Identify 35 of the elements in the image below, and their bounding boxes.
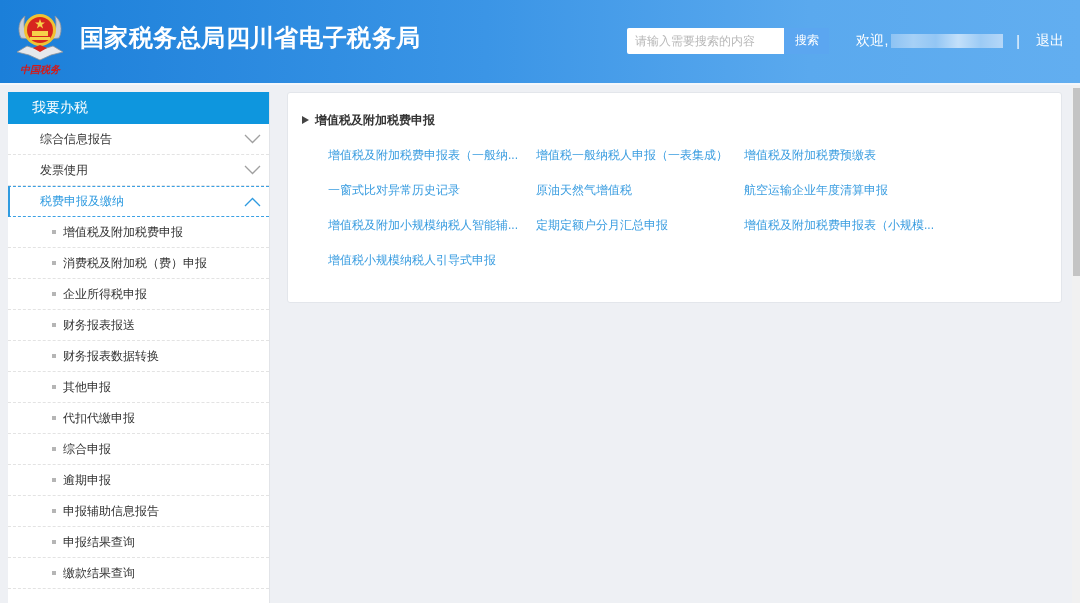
separator-text: | [1016,32,1020,49]
sidebar-subitem[interactable]: 财务报表数据转换 [8,341,269,372]
sidebar-subitem[interactable]: 代扣代缴申报 [8,403,269,434]
sidebar-subitem[interactable]: 申报辅助信息报告 [8,496,269,527]
bullet-icon [52,540,56,544]
bullet-icon [52,230,56,234]
greeting-text: 欢迎, [856,31,889,50]
scrollbar-thumb[interactable] [1073,88,1080,276]
sidebar-subitem[interactable]: 申报结果查询 [8,527,269,558]
sidebar-subitem[interactable]: 财务报表报送 [8,310,269,341]
site-title: 国家税务总局四川省电子税务局 [80,22,421,53]
sidebar-item[interactable]: 综合信息报告 [8,124,269,155]
bullet-icon [52,416,56,420]
sidebar-subitem[interactable]: 企业所得税申报 [8,279,269,310]
sidebar-item[interactable]: 发票使用 [8,155,269,186]
bullet-icon [52,261,56,265]
section-title: 增值税及附加税费申报 [315,111,435,129]
bullet-icon [52,292,56,296]
sidebar-subitem[interactable]: 逾期申报 [8,465,269,496]
logo-caption: 中国税务 [20,64,60,75]
sidebar-subitem[interactable]: 综合申报 [8,434,269,465]
sidebar-subitem[interactable]: 增值税及附加税费申报 [8,217,269,248]
sidebar-title: 我要办税 [8,92,269,124]
sidebar-subitem[interactable]: 缴款结果查询 [8,558,269,589]
sidebar-subitem[interactable]: 其他申报 [8,372,269,403]
triangle-icon [302,116,309,124]
bullet-icon [52,323,56,327]
bullet-icon [52,509,56,513]
bullet-icon [52,385,56,389]
bullet-icon [52,447,56,451]
bullet-icon [52,571,56,575]
sidebar-subitem[interactable]: 消费税及附加税（费）申报 [8,248,269,279]
bullet-icon [52,478,56,482]
search-field[interactable]: 请输入需要搜索的内容 [627,27,785,54]
bullet-icon [52,354,56,358]
